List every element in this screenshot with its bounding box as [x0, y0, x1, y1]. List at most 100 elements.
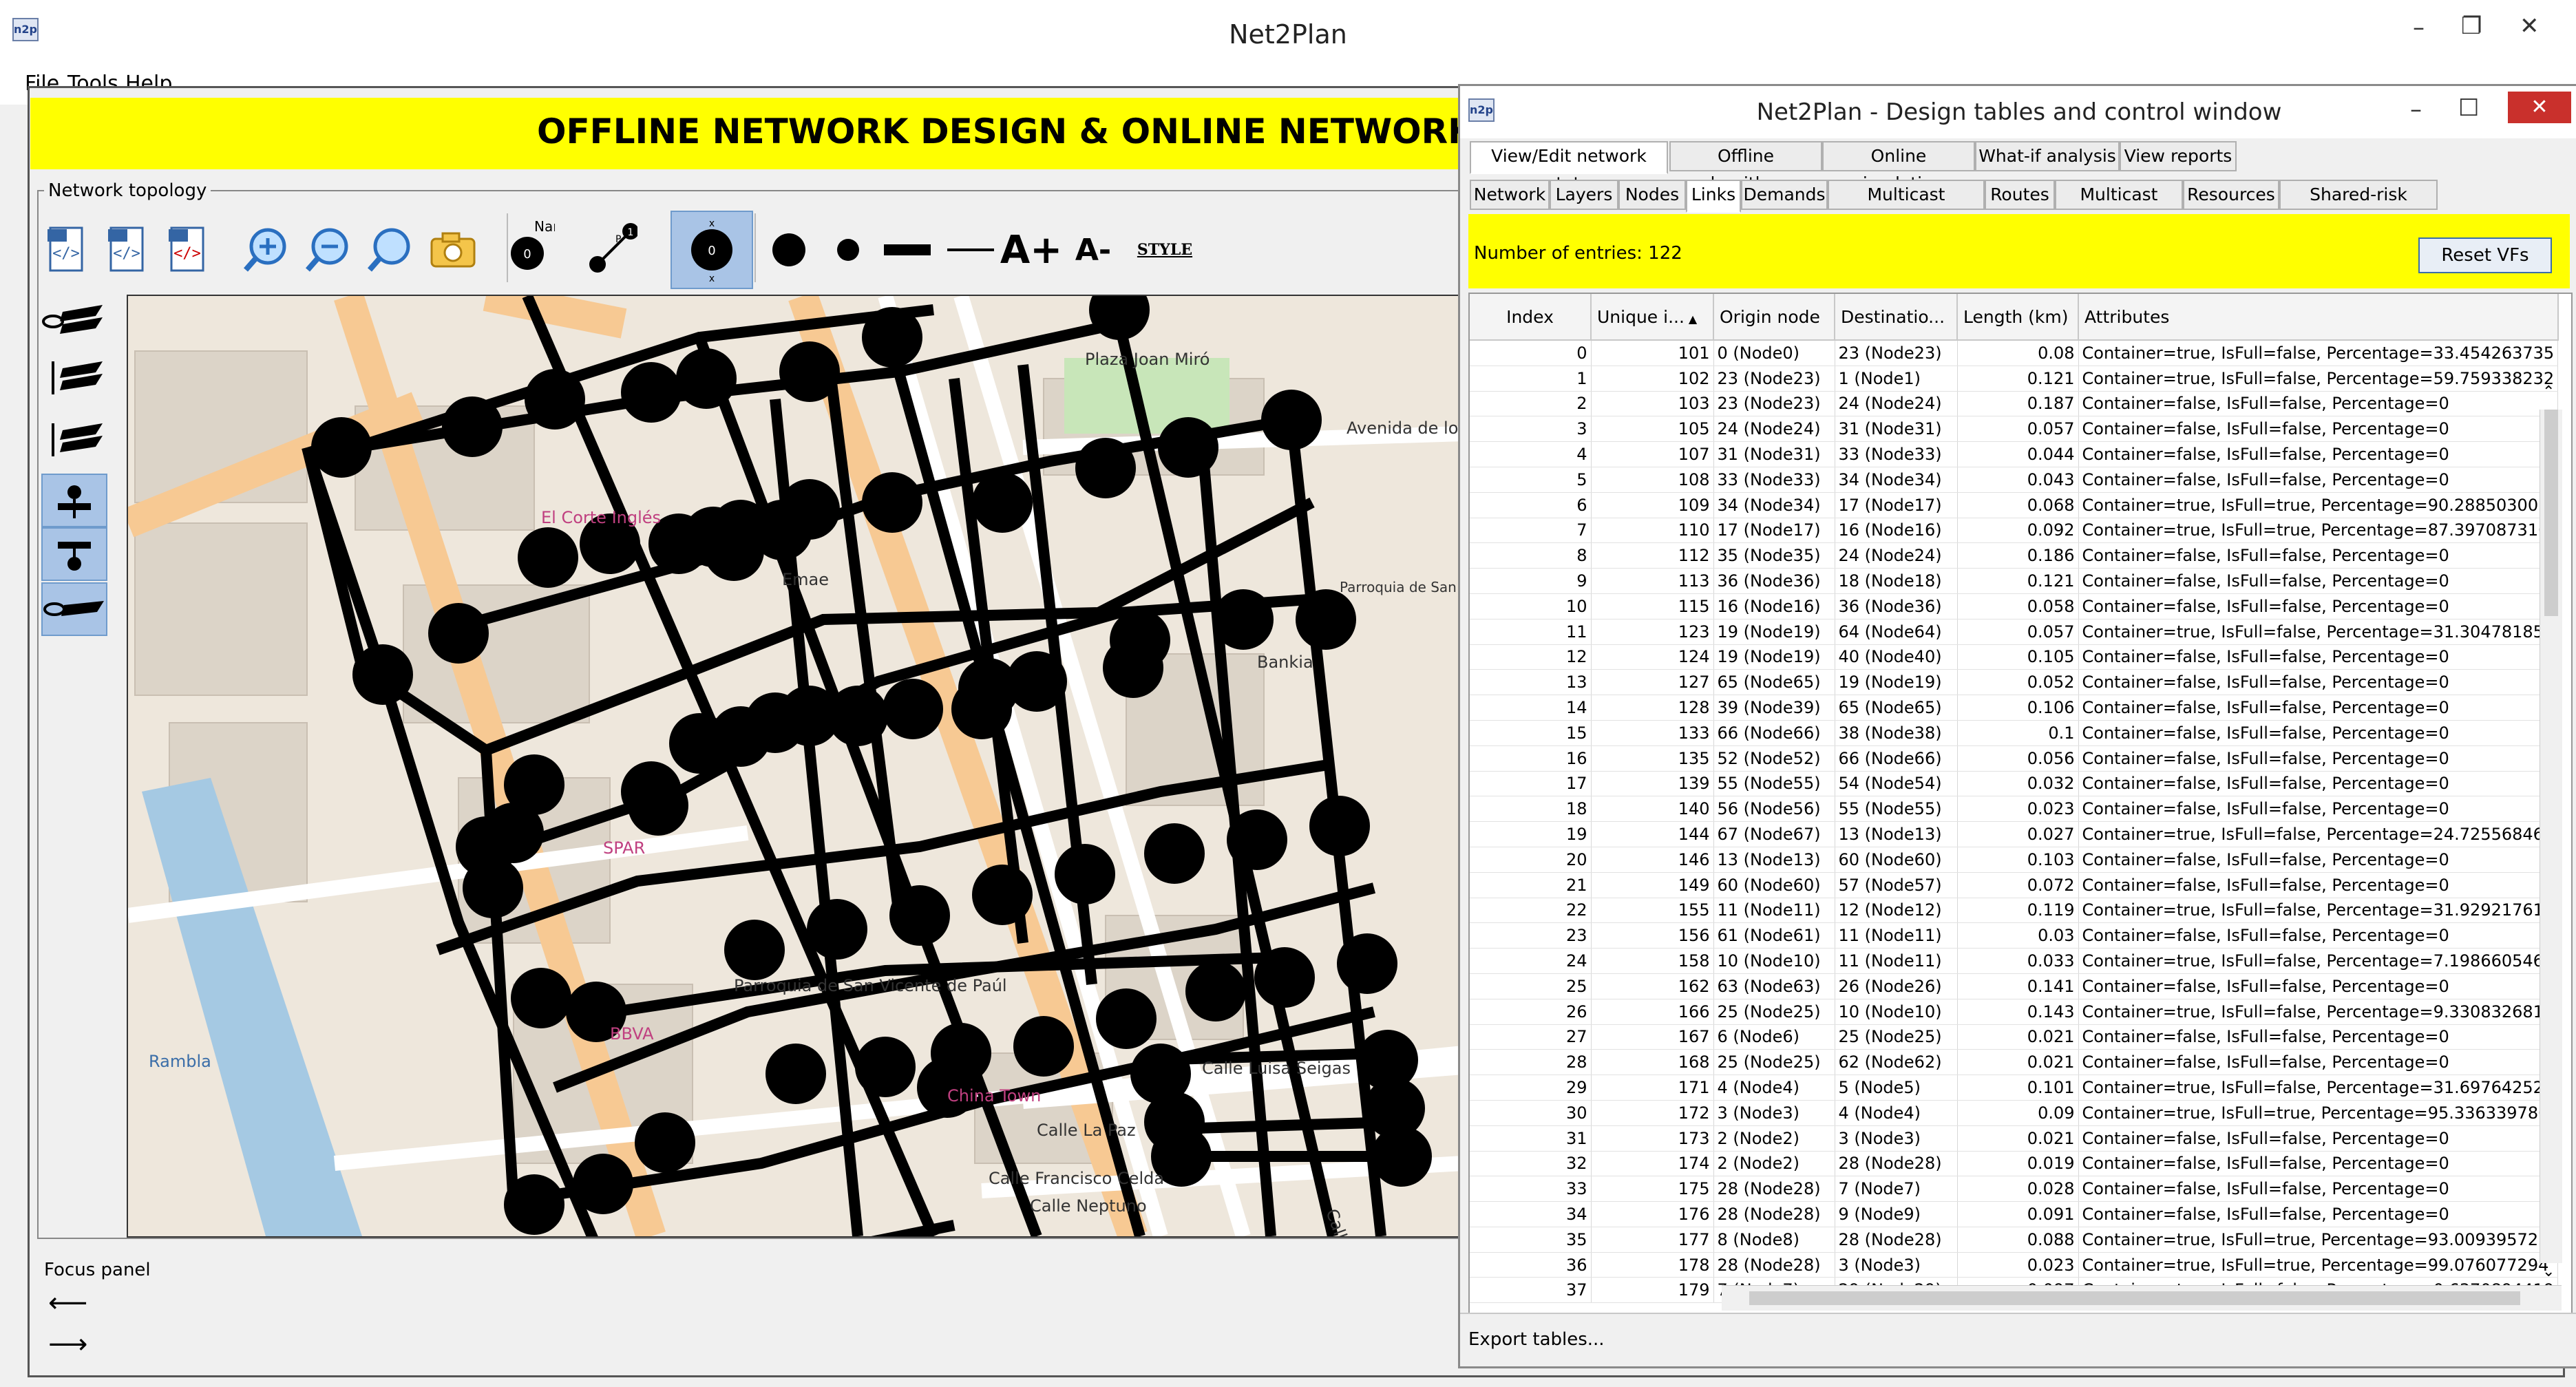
tab-view-reports[interactable]: View reports	[2120, 141, 2237, 171]
cell-attributes[interactable]: Container=true, IsFull=true, Percentage=…	[2078, 1100, 2559, 1126]
cell-index[interactable]: 23	[1470, 922, 1592, 949]
cell-length[interactable]: 0.141	[1957, 973, 2079, 999]
cell-length[interactable]: 0.028	[1957, 1176, 2079, 1203]
cell-attributes[interactable]: Container=false, IsFull=false, Percentag…	[2078, 441, 2559, 467]
tab-resources[interactable]: Resources	[2183, 180, 2279, 210]
cell-length[interactable]: 0.143	[1957, 999, 2079, 1025]
zoom-all-icon[interactable]	[365, 222, 414, 278]
cell-origin[interactable]: 34 (Node34)	[1713, 492, 1835, 518]
cell-attributes[interactable]: Container=true, IsFull=true, Percentage=…	[2078, 518, 2559, 544]
cell-unique-id[interactable]: 158	[1591, 948, 1714, 974]
cell-length[interactable]: 0.021	[1957, 1024, 2079, 1050]
cell-attributes[interactable]: Container=false, IsFull=false, Percentag…	[2078, 1049, 2559, 1076]
table-row[interactable]: 10 115 16 (Node16) 36 (Node36) 0.058 Containe…	[1470, 593, 2559, 620]
cell-length[interactable]: 0.121	[1957, 568, 2079, 594]
cell-index[interactable]: 12	[1470, 644, 1592, 670]
cell-origin[interactable]: 28 (Node28)	[1713, 1252, 1835, 1278]
scroll-up-icon[interactable]: ⌃	[2542, 383, 2555, 401]
decrease-link-width-icon[interactable]	[944, 222, 994, 278]
restore-icon[interactable]: ❐	[2461, 12, 2482, 40]
cell-destination[interactable]: 25 (Node25)	[1835, 1024, 1958, 1050]
cell-unique-id[interactable]: 128	[1591, 695, 1714, 721]
cell-length[interactable]: 0.186	[1957, 542, 2079, 569]
increase-node-size-icon[interactable]	[764, 222, 814, 278]
design-close-icon[interactable]: ✕	[2508, 92, 2571, 123]
cell-unique-id[interactable]: 166	[1591, 999, 1714, 1025]
cell-unique-id[interactable]: 103	[1591, 391, 1714, 417]
layer-visibility-icon[interactable]	[41, 296, 105, 347]
cell-destination[interactable]: 40 (Node40)	[1835, 644, 1958, 670]
table-row[interactable]: 8 112 35 (Node35) 24 (Node24) 0.186 Container…	[1470, 542, 2559, 569]
tab-nodes[interactable]: Nodes	[1618, 180, 1686, 210]
cell-attributes[interactable]: Container=true, IsFull=true, Percentage=…	[2078, 1227, 2559, 1253]
tab-what-if[interactable]: What-if analysis	[1975, 141, 2120, 171]
cell-attributes[interactable]: Container=false, IsFull=false, Percentag…	[2078, 542, 2559, 569]
cell-destination[interactable]: 54 (Node54)	[1835, 771, 1958, 797]
cell-unique-id[interactable]: 177	[1591, 1227, 1714, 1253]
cell-origin[interactable]: 60 (Node60)	[1713, 872, 1835, 898]
cell-origin[interactable]: 33 (Node33)	[1713, 467, 1835, 493]
cell-length[interactable]: 0.068	[1957, 492, 2079, 518]
cell-origin[interactable]: 66 (Node66)	[1713, 720, 1835, 746]
load-traffic-icon[interactable]: </>	[164, 222, 213, 278]
cell-origin[interactable]: 24 (Node24)	[1713, 416, 1835, 443]
cell-origin[interactable]: 3 (Node3)	[1713, 1100, 1835, 1126]
cell-destination[interactable]: 13 (Node13)	[1835, 821, 1958, 847]
cell-unique-id[interactable]: 110	[1591, 518, 1714, 544]
font-decrease-button[interactable]: A-	[1068, 222, 1118, 278]
cell-unique-id[interactable]: 146	[1591, 847, 1714, 873]
cell-origin[interactable]: 65 (Node65)	[1713, 669, 1835, 696]
table-row[interactable]: 22 155 11 (Node11) 12 (Node12) 0.119 Containe…	[1470, 898, 2559, 924]
cell-unique-id[interactable]: 167	[1591, 1024, 1714, 1050]
cell-index[interactable]: 31	[1470, 1125, 1592, 1152]
cell-destination[interactable]: 55 (Node55)	[1835, 796, 1958, 823]
cell-destination[interactable]: 34 (Node34)	[1835, 467, 1958, 493]
cell-length[interactable]: 0.072	[1957, 872, 2079, 898]
cell-unique-id[interactable]: 179	[1591, 1277, 1714, 1304]
table-row[interactable]: 34 176 28 (Node28) 9 (Node9) 0.091 Container=…	[1470, 1201, 2559, 1227]
layer-up-icon[interactable]	[41, 414, 105, 465]
cell-length[interactable]: 0.187	[1957, 391, 2079, 417]
cell-attributes[interactable]: Container=false, IsFull=false, Percentag…	[2078, 1024, 2559, 1050]
cell-destination[interactable]: 3 (Node3)	[1835, 1252, 1958, 1278]
cell-destination[interactable]: 24 (Node24)	[1835, 542, 1958, 569]
cell-length[interactable]: 0.119	[1957, 898, 2079, 924]
cell-attributes[interactable]: Container=true, IsFull=false, Percentage…	[2078, 898, 2559, 924]
cell-unique-id[interactable]: 105	[1591, 416, 1714, 443]
cell-origin[interactable]: 28 (Node28)	[1713, 1201, 1835, 1227]
cell-unique-id[interactable]: 168	[1591, 1049, 1714, 1076]
cell-unique-id[interactable]: 101	[1591, 340, 1714, 366]
cell-origin[interactable]: 4 (Node4)	[1713, 1074, 1835, 1101]
table-row[interactable]: 23 156 61 (Node61) 11 (Node11) 0.03 Container…	[1470, 922, 2559, 949]
cell-attributes[interactable]: Container=true, IsFull=false, Percentage…	[2078, 619, 2559, 645]
cell-length[interactable]: 0.057	[1957, 416, 2079, 443]
col-destination-node[interactable]: Destinatio...	[1835, 294, 1958, 341]
cell-index[interactable]: 36	[1470, 1252, 1592, 1278]
cell-unique-id[interactable]: 135	[1591, 745, 1714, 772]
cell-attributes[interactable]: Container=true, IsFull=false, Percentage…	[2078, 948, 2559, 974]
cell-length[interactable]: 0.09	[1957, 1100, 2079, 1126]
cell-index[interactable]: 27	[1470, 1024, 1592, 1050]
cell-length[interactable]: 0.103	[1957, 847, 2079, 873]
cell-destination[interactable]: 26 (Node26)	[1835, 973, 1958, 999]
load-design-icon[interactable]: </>	[43, 222, 92, 278]
tab-routes[interactable]: Routes	[1985, 180, 2055, 210]
cell-attributes[interactable]: Container=false, IsFull=false, Percentag…	[2078, 568, 2559, 594]
cell-attributes[interactable]: Container=false, IsFull=false, Percentag…	[2078, 1151, 2559, 1177]
cell-destination[interactable]: 7 (Node7)	[1835, 1176, 1958, 1203]
cell-attributes[interactable]: Container=false, IsFull=false, Percentag…	[2078, 1125, 2559, 1152]
cell-origin[interactable]: 23 (Node23)	[1713, 391, 1835, 417]
cell-destination[interactable]: 17 (Node17)	[1835, 492, 1958, 518]
cell-destination[interactable]: 23 (Node23)	[1835, 340, 1958, 366]
cell-origin[interactable]: 36 (Node36)	[1713, 568, 1835, 594]
cell-origin[interactable]: 52 (Node52)	[1713, 745, 1835, 772]
cell-attributes[interactable]: Container=false, IsFull=false, Percentag…	[2078, 467, 2559, 493]
cell-origin[interactable]: 11 (Node11)	[1713, 898, 1835, 924]
cell-unique-id[interactable]: 109	[1591, 492, 1714, 518]
tab-demands[interactable]: Demands	[1741, 180, 1828, 210]
cell-attributes[interactable]: Container=true, IsFull=true, Percentage=…	[2078, 1252, 2559, 1278]
cell-unique-id[interactable]: 178	[1591, 1252, 1714, 1278]
cell-unique-id[interactable]: 123	[1591, 619, 1714, 645]
cell-attributes[interactable]: Container=false, IsFull=false, Percentag…	[2078, 745, 2559, 772]
cell-origin[interactable]: 67 (Node67)	[1713, 821, 1835, 847]
